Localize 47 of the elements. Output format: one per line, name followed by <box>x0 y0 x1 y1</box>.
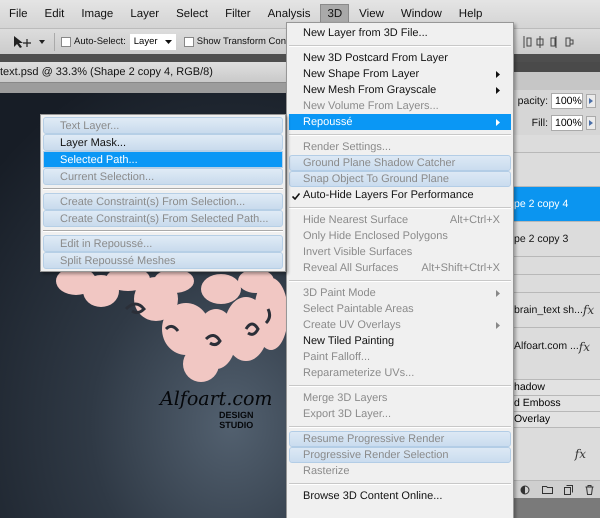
menu-item[interactable]: New Tiled Painting <box>289 333 511 349</box>
menu-item[interactable]: New Mesh From Grayscale <box>289 82 511 98</box>
menu-item[interactable]: Auto-Hide Layers For Performance <box>289 187 511 203</box>
opacity-slider-button[interactable] <box>586 94 596 108</box>
menu-item[interactable]: New Layer from 3D File... <box>289 25 511 41</box>
caret-icon[interactable] <box>39 40 45 44</box>
show-transform-label: Show Transform Con <box>196 36 286 47</box>
auto-select-dropdown[interactable]: Layer <box>130 34 176 50</box>
caret-icon[interactable] <box>164 40 172 44</box>
menu-bar-item[interactable]: Window <box>394 4 449 24</box>
canvas-logo-tagline: DESIGN <box>218 410 254 420</box>
effects-icon: fx <box>578 340 590 354</box>
menu-bar-item[interactable]: File <box>2 4 35 24</box>
fill-label: Fill: <box>532 117 548 130</box>
move-tool-icon[interactable] <box>12 34 34 48</box>
menu-bar-item[interactable]: Image <box>74 4 120 24</box>
menu-bar-item[interactable]: View <box>352 4 391 24</box>
document-tab[interactable]: text.psd @ 33.3% (Shape 2 copy 4, RGB/8) <box>0 66 213 78</box>
menu-bar-item[interactable]: Help <box>452 4 490 24</box>
fill-field[interactable]: 100% <box>551 115 583 132</box>
triangle-icon <box>589 120 593 126</box>
fill-slider-button[interactable] <box>586 116 596 130</box>
menu-bar-item[interactable]: Filter <box>218 4 258 24</box>
trash-icon[interactable] <box>585 484 594 495</box>
triangle-icon <box>589 98 593 104</box>
menu-item[interactable]: New Shape From Layer <box>289 66 511 82</box>
new-layer-icon[interactable] <box>564 484 574 495</box>
canvas-logo-text: Alfoart.com <box>160 388 272 410</box>
menu-item[interactable]: New 3D Postcard From Layer <box>289 50 511 66</box>
menu-bar-item[interactable]: Layer <box>123 4 166 24</box>
auto-select-label: Auto-Select: <box>74 36 126 47</box>
submenu-item[interactable]: Layer Mask... <box>43 134 283 151</box>
opacity-field[interactable]: 100% <box>551 92 583 109</box>
show-transform-checkbox[interactable] <box>184 36 194 46</box>
menu-bar-item[interactable]: Analysis <box>260 4 318 24</box>
effects-icon: fx <box>574 446 586 461</box>
menu-bar-item[interactable]: 3D <box>320 4 350 24</box>
opacity-label: pacity: <box>518 94 548 107</box>
menu-bar-item[interactable]: Select <box>169 4 216 24</box>
menu-item[interactable]: Browse 3D Content Online... <box>289 488 511 504</box>
canvas-logo-tagline: STUDIO <box>219 420 254 430</box>
effects-icon: fx <box>582 302 594 317</box>
adjustment-icon[interactable] <box>520 484 530 495</box>
align-icons[interactable] <box>522 34 574 48</box>
auto-select-checkbox[interactable] <box>61 36 71 46</box>
folder-icon[interactable] <box>542 485 553 494</box>
menu-bar-item[interactable]: Edit <box>38 4 72 24</box>
